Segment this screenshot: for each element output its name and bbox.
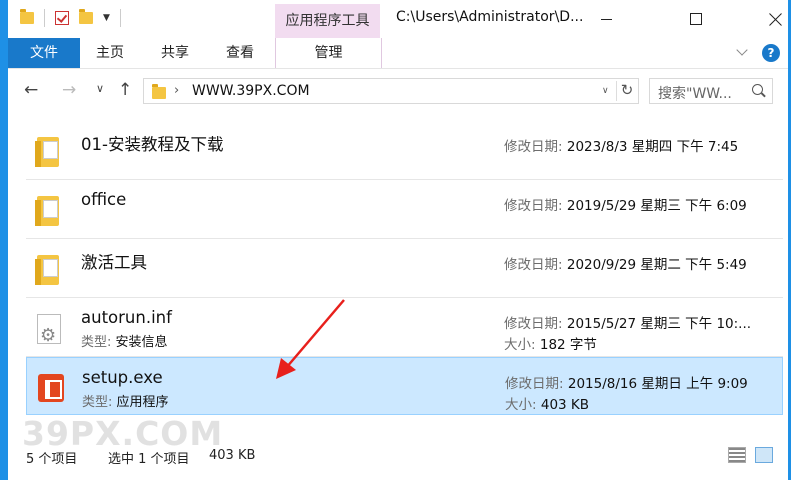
type-value: 安装信息 xyxy=(115,335,168,350)
item-name: office xyxy=(81,190,127,209)
tab-view[interactable]: 查看 xyxy=(226,38,254,68)
item-size: 大小: 182 字节 xyxy=(504,333,597,353)
divider xyxy=(44,9,45,27)
maximize-icon xyxy=(690,13,702,25)
divider xyxy=(119,9,121,27)
settings-file-icon xyxy=(34,310,64,346)
status-selected: 选中 1 个项目 xyxy=(108,452,190,467)
modified-label: 修改日期: xyxy=(505,376,564,392)
modified-label: 修改日期: xyxy=(504,139,563,155)
item-modified: 修改日期: 2020/9/29 星期二 下午 5:49 xyxy=(504,253,747,273)
item-name: 激活工具 xyxy=(81,253,147,272)
tab-manage[interactable]: 管理 xyxy=(275,38,382,68)
tab-home[interactable]: 主页 xyxy=(96,38,124,68)
chevron-right-icon[interactable]: › xyxy=(174,83,179,98)
paper-icon xyxy=(43,200,58,218)
search-icon[interactable] xyxy=(752,84,763,95)
folder-icon[interactable] xyxy=(20,9,34,24)
item-name: setup.exe xyxy=(82,368,163,387)
title-bar: ▼ 应用程序工具 C:\Users\Administrator\D... xyxy=(8,0,788,38)
forward-arrow-icon[interactable]: → xyxy=(62,80,76,100)
up-arrow-icon[interactable]: ↑ xyxy=(118,80,132,100)
list-item[interactable]: 01-安装教程及下载 修改日期: 2023/8/3 星期四 下午 7:45 xyxy=(26,121,783,180)
refresh-icon[interactable]: ↻ xyxy=(616,81,637,101)
modified-value: 2020/9/29 星期二 下午 5:49 xyxy=(566,257,747,273)
modified-label: 修改日期: xyxy=(504,257,563,273)
list-item-selected[interactable]: setup.exe 类型: 应用程序 修改日期: 2015/8/16 星期日 上… xyxy=(26,357,783,415)
maximize-button[interactable] xyxy=(673,0,719,38)
item-type: 类型: 应用程序 xyxy=(82,391,169,410)
large-icons-view-icon[interactable] xyxy=(755,447,773,463)
search-placeholder: 搜索"WW... xyxy=(658,86,732,102)
folder-icon xyxy=(34,192,64,228)
window-left-edge xyxy=(0,0,8,480)
item-name: autorun.inf xyxy=(81,308,172,327)
modified-value: 2023/8/3 星期四 下午 7:45 xyxy=(566,139,739,155)
item-modified: 修改日期: 2015/5/27 星期三 下午 10:... xyxy=(504,312,751,332)
quick-access-toolbar: ▼ xyxy=(20,9,121,27)
type-label: 类型: xyxy=(82,395,113,410)
type-label: 类型: xyxy=(81,335,112,350)
address-bar[interactable]: › WWW.39PX.COM ∨ ↻ xyxy=(143,78,639,104)
ribbon-tabs: 文件 主页 共享 查看 管理 ? xyxy=(8,38,788,69)
window-title: C:\Users\Administrator\D... xyxy=(396,9,584,25)
chevron-down-icon[interactable]: ∨ xyxy=(602,86,609,96)
modified-label: 修改日期: xyxy=(504,316,563,332)
close-button[interactable] xyxy=(752,0,791,38)
size-value: 403 KB xyxy=(540,397,590,413)
details-view-icon[interactable] xyxy=(728,447,746,463)
list-item[interactable]: 激活工具 修改日期: 2020/9/29 星期二 下午 5:49 xyxy=(26,239,783,298)
folder-icon xyxy=(34,133,64,169)
modified-value: 2015/8/16 星期日 上午 9:09 xyxy=(567,376,748,392)
item-size: 大小: 403 KB xyxy=(505,393,589,413)
search-box[interactable]: 搜索"WW... xyxy=(649,78,773,104)
paper-icon xyxy=(43,259,58,277)
navigation-bar: ← → ∨ ↑ › WWW.39PX.COM ∨ ↻ 搜索"WW... xyxy=(8,72,788,110)
status-item-count: 5 个项目 xyxy=(26,452,78,467)
item-modified: 修改日期: 2023/8/3 星期四 下午 7:45 xyxy=(504,135,738,155)
modified-label: 修改日期: xyxy=(504,198,563,214)
item-type: 类型: 安装信息 xyxy=(81,331,168,350)
modified-value: 2015/5/27 星期三 下午 10:... xyxy=(566,316,752,332)
list-item[interactable]: office 修改日期: 2019/5/29 星期三 下午 6:09 xyxy=(26,180,783,239)
modified-value: 2019/5/29 星期三 下午 6:09 xyxy=(566,198,747,214)
status-size: 403 KB xyxy=(209,448,256,463)
close-icon xyxy=(769,13,782,26)
file-list: 01-安装教程及下载 修改日期: 2023/8/3 星期四 下午 7:45 of… xyxy=(26,121,783,415)
chevron-down-icon[interactable]: ▼ xyxy=(103,13,110,23)
minimize-button[interactable] xyxy=(583,0,629,38)
item-name: 01-安装教程及下载 xyxy=(81,135,224,154)
recent-locations-icon[interactable]: ∨ xyxy=(96,82,104,95)
minimize-icon xyxy=(600,18,612,20)
folder-icon xyxy=(34,251,64,287)
back-arrow-icon[interactable]: ← xyxy=(24,80,38,100)
explorer-window: ▼ 应用程序工具 C:\Users\Administrator\D... 文件 … xyxy=(0,0,791,480)
help-button[interactable]: ? xyxy=(762,44,780,62)
type-value: 应用程序 xyxy=(116,395,169,410)
item-modified: 修改日期: 2019/5/29 星期三 下午 6:09 xyxy=(504,194,747,214)
folder-icon xyxy=(152,84,166,99)
tab-file[interactable]: 文件 xyxy=(8,38,80,68)
properties-icon[interactable] xyxy=(55,11,69,25)
address-path[interactable]: WWW.39PX.COM xyxy=(192,83,310,99)
new-folder-icon[interactable] xyxy=(79,9,93,24)
expand-ribbon-icon[interactable] xyxy=(736,44,748,56)
office-icon xyxy=(38,374,64,402)
context-tab-header: 应用程序工具 xyxy=(275,4,380,38)
size-value: 182 字节 xyxy=(539,337,597,353)
gear-icon xyxy=(37,314,61,346)
item-modified: 修改日期: 2015/8/16 星期日 上午 9:09 xyxy=(505,372,748,392)
tab-share[interactable]: 共享 xyxy=(161,38,189,68)
size-label: 大小: xyxy=(505,397,537,413)
paper-icon xyxy=(43,141,58,159)
size-label: 大小: xyxy=(504,337,536,353)
office-app-icon xyxy=(35,370,65,406)
list-item[interactable]: autorun.inf 类型: 安装信息 修改日期: 2015/5/27 星期三… xyxy=(26,298,783,357)
